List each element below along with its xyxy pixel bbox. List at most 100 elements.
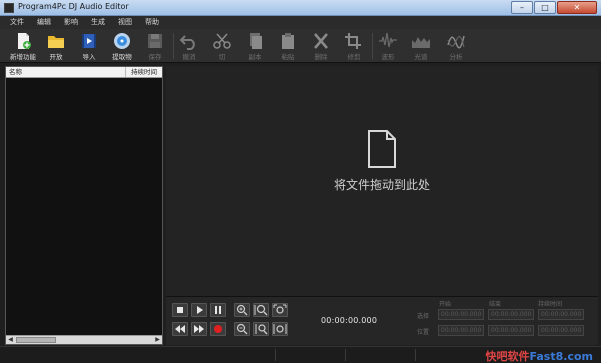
- play-icon: [197, 306, 203, 314]
- file-list-header: 名称 持续时间: [6, 67, 162, 78]
- waveform-icon: [379, 32, 397, 48]
- save-label: 保存: [148, 53, 162, 61]
- extract-button[interactable]: 提取物: [105, 31, 139, 61]
- rewind-button[interactable]: [172, 322, 188, 336]
- new-label: 新增功能: [10, 53, 36, 61]
- position-start-field[interactable]: 00:00:00.000: [438, 325, 484, 336]
- selection-header-end: 结束: [489, 301, 502, 308]
- zoom-all-button[interactable]: [272, 322, 288, 336]
- fast-forward-button[interactable]: [191, 322, 207, 336]
- cut-button[interactable]: 切: [205, 31, 239, 61]
- menu-effects[interactable]: 影响: [64, 16, 78, 29]
- zoom-in-icon: [236, 304, 248, 316]
- editor-area[interactable]: 将文件拖动到此处: [166, 66, 598, 296]
- rewind-icon: [175, 325, 185, 333]
- menu-edit[interactable]: 编辑: [37, 16, 51, 29]
- spectrum-button[interactable]: 光谱: [404, 31, 438, 61]
- horizontal-scrollbar[interactable]: ◀ ▶: [6, 335, 162, 344]
- menu-view[interactable]: 视图: [118, 16, 132, 29]
- app-icon: [4, 3, 14, 13]
- import-film-icon: [82, 34, 96, 48]
- paste-button[interactable]: 粘贴: [271, 31, 305, 61]
- position-row-label: 位置: [417, 329, 430, 336]
- current-time: 00:00:00.000: [321, 316, 378, 325]
- menu-file[interactable]: 文件: [10, 16, 24, 29]
- zoom-selection-icon: [254, 304, 268, 316]
- document-icon: [368, 130, 396, 168]
- status-segment: [276, 349, 346, 361]
- spectrum-label: 光谱: [414, 53, 428, 61]
- zoom-vertical-button[interactable]: [253, 322, 269, 336]
- crop-icon: [345, 33, 361, 49]
- copy-button[interactable]: 副本: [238, 31, 272, 61]
- fast-forward-icon: [194, 325, 204, 333]
- column-header-duration[interactable]: 持续时间: [126, 67, 162, 77]
- zoom-out-icon: [236, 323, 248, 335]
- window-controls: – □ ✕: [511, 1, 597, 14]
- import-button[interactable]: 导入: [72, 31, 106, 61]
- undo-button[interactable]: 撤消: [172, 31, 206, 61]
- scroll-left-icon[interactable]: ◀: [6, 336, 15, 344]
- zoom-out-button[interactable]: [234, 322, 250, 336]
- file-list-panel[interactable]: 名称 持续时间 ◀ ▶: [5, 66, 163, 345]
- watermark: 快吧软件Fast8.com: [486, 348, 593, 363]
- scroll-right-icon[interactable]: ▶: [153, 336, 162, 344]
- watermark-text-site: Fast8.com: [529, 350, 593, 363]
- drop-zone[interactable]: 将文件拖动到此处: [166, 130, 598, 193]
- column-header-name[interactable]: 名称: [6, 67, 126, 77]
- paste-icon: [282, 33, 294, 49]
- zoom-in-button[interactable]: [234, 303, 250, 317]
- folder-open-icon: [48, 36, 64, 48]
- record-icon: [214, 325, 222, 333]
- copy-label: 副本: [248, 53, 262, 61]
- delete-button[interactable]: 删除: [304, 31, 338, 61]
- pause-button[interactable]: [210, 303, 226, 317]
- watermark-text-cn: 快吧软件: [485, 350, 530, 363]
- scrollbar-thumb[interactable]: [16, 337, 56, 343]
- status-bar: 快吧软件Fast8.com: [0, 346, 601, 363]
- selection-header-duration: 持续时间: [538, 301, 563, 308]
- trim-button[interactable]: 修剪: [337, 31, 371, 61]
- paste-label: 粘贴: [281, 53, 295, 61]
- zoom-selection-button[interactable]: [253, 303, 269, 317]
- status-segment: [346, 349, 416, 361]
- minimize-button[interactable]: –: [511, 1, 533, 14]
- close-button[interactable]: ✕: [557, 1, 597, 14]
- title-bar: Program4Pc DJ Audio Editor – □ ✕: [0, 0, 601, 16]
- save-button[interactable]: 保存: [138, 31, 172, 61]
- status-segment: [0, 349, 276, 361]
- import-label: 导入: [82, 53, 96, 61]
- open-button[interactable]: 开放: [39, 31, 73, 61]
- play-button[interactable]: [191, 303, 207, 317]
- zoom-all-icon: [273, 324, 287, 334]
- selection-duration-field[interactable]: 00:00:00.000: [538, 309, 584, 320]
- position-duration-field[interactable]: 00:00:00.000: [538, 325, 584, 336]
- extract-label: 提取物: [112, 53, 132, 61]
- drop-message: 将文件拖动到此处: [333, 178, 430, 192]
- delete-x-icon: [314, 33, 328, 49]
- record-button[interactable]: [210, 322, 226, 336]
- selection-header-start: 开始: [439, 301, 452, 308]
- selection-end-field[interactable]: 00:00:00.000: [488, 309, 534, 320]
- window-title: Program4Pc DJ Audio Editor: [18, 2, 129, 11]
- analyze-button[interactable]: 分析: [439, 31, 473, 61]
- waveform-label: 波形: [381, 53, 395, 61]
- menu-generate[interactable]: 生成: [91, 16, 105, 29]
- position-end-field[interactable]: 00:00:00.000: [488, 325, 534, 336]
- zoom-fit-button[interactable]: [272, 303, 288, 317]
- menu-help[interactable]: 帮助: [145, 16, 159, 29]
- selection-row-label: 选择: [417, 313, 430, 320]
- analyze-label: 分析: [449, 53, 463, 61]
- toolbar: 新增功能 开放 导入 提取物 保存 撤消 切 副本 粘贴 删除 修剪 波形 光谱…: [0, 29, 601, 63]
- open-label: 开放: [49, 53, 63, 61]
- spectrum-icon: [412, 37, 430, 48]
- selection-start-field[interactable]: 00:00:00.000: [438, 309, 484, 320]
- new-button[interactable]: 新增功能: [6, 31, 40, 61]
- waveform-button[interactable]: 波形: [371, 31, 405, 61]
- stop-icon: [177, 307, 183, 313]
- maximize-button[interactable]: □: [534, 1, 556, 14]
- pause-icon: [215, 306, 221, 314]
- disc-extract-icon: [114, 33, 130, 49]
- stop-button[interactable]: [172, 303, 188, 317]
- zoom-fit-icon: [273, 304, 287, 314]
